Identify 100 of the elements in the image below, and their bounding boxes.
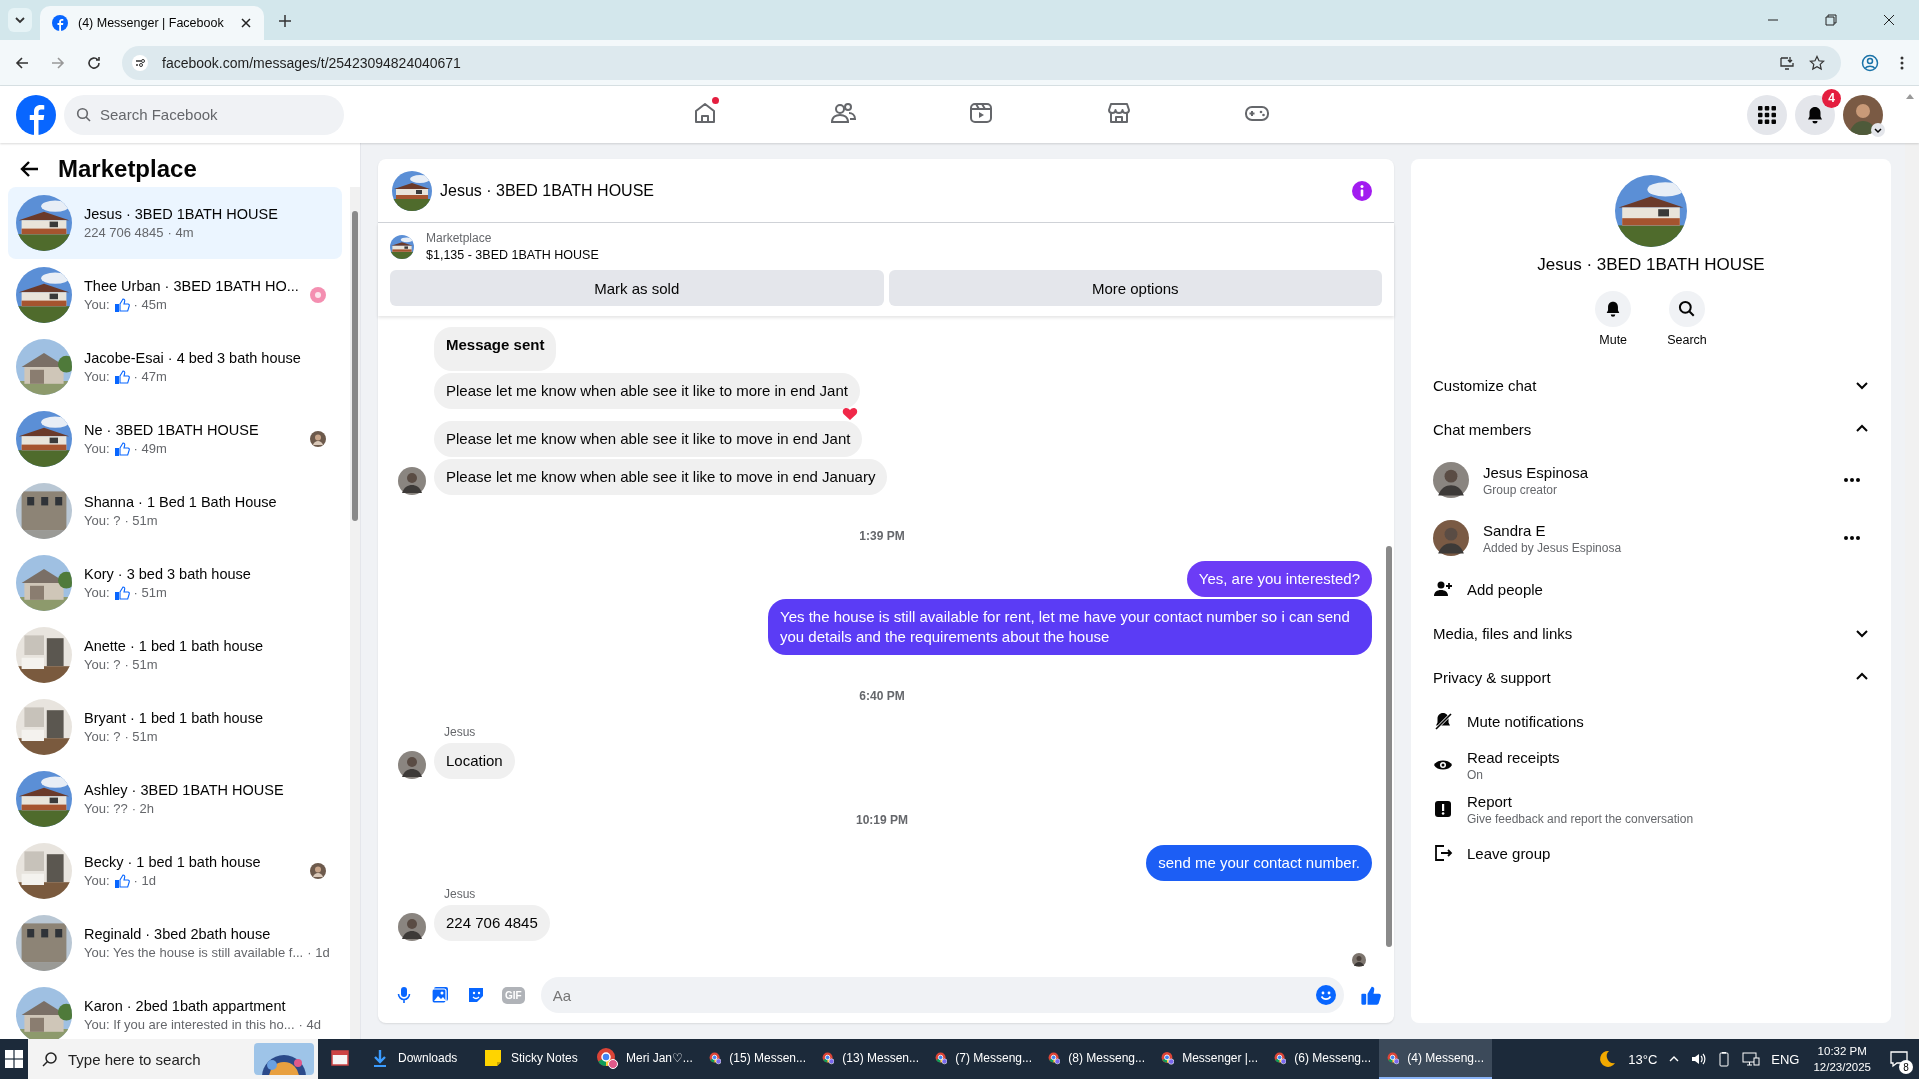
conversation-name: Ne · 3BED 1BATH HOUSE bbox=[84, 422, 260, 438]
notifications-button[interactable] bbox=[1795, 94, 1835, 135]
message-time: · 51m bbox=[124, 513, 158, 528]
scrollbar[interactable] bbox=[1384, 316, 1394, 967]
listing-price: $1,135 - 3BED 1BATH HOUSE bbox=[426, 248, 599, 262]
item-label: Add people bbox=[1467, 580, 1543, 598]
network-icon[interactable] bbox=[1742, 1051, 1761, 1067]
note-icon bbox=[483, 1048, 503, 1068]
facebook-icon bbox=[52, 15, 68, 31]
restore-icon[interactable] bbox=[1825, 14, 1837, 26]
volume-icon[interactable] bbox=[1690, 1051, 1707, 1067]
taskbar-app[interactable]: (6) Messeng... bbox=[1266, 1039, 1379, 1079]
listing-button[interactable]: More options bbox=[888, 270, 1382, 306]
emoji-icon[interactable] bbox=[1316, 985, 1336, 1005]
more-icon[interactable] bbox=[1843, 477, 1861, 483]
conversation-item[interactable]: Reginald · 3bed 2bath house You: Yes the house is still available f... · 1d bbox=[8, 907, 342, 979]
new-tab-icon[interactable] bbox=[278, 14, 292, 28]
thumbs-up-icon[interactable] bbox=[1360, 984, 1382, 1006]
scroll-up-icon[interactable] bbox=[1905, 92, 1915, 100]
details-item[interactable]: Mute notifications bbox=[1425, 699, 1877, 743]
message-field[interactable]: Aa bbox=[540, 977, 1344, 1013]
profile-avatar[interactable] bbox=[1843, 94, 1883, 135]
close-icon[interactable] bbox=[1883, 14, 1895, 26]
conversation-item[interactable]: Becky · 1 bed 1 bath house You: · 1d bbox=[8, 835, 342, 907]
browser-tab[interactable]: (4) Messenger | Facebook bbox=[40, 6, 264, 40]
windows-icon[interactable] bbox=[5, 1050, 23, 1068]
message-preview: You: ?? bbox=[84, 801, 128, 816]
taskbar-app[interactable]: (4) Messeng... bbox=[1379, 1039, 1492, 1079]
details-item[interactable]: Leave group bbox=[1425, 831, 1877, 875]
section-header[interactable]: Customize chat bbox=[1425, 363, 1877, 407]
taskbar-app[interactable]: (7) Messeng... bbox=[927, 1039, 1040, 1079]
sender-name: Jesus bbox=[444, 887, 477, 901]
bell-off-icon bbox=[1433, 711, 1453, 731]
conversation-item[interactable]: Karon · 2bed 1bath appartment You: If you are interested in this ho... · 4d bbox=[8, 979, 342, 1039]
menu-button[interactable] bbox=[1747, 94, 1787, 135]
clock[interactable]: 10:32 PM 12/23/2025 bbox=[1813, 1043, 1871, 1075]
details-item[interactable]: Report Give feedback and report the conversation bbox=[1425, 787, 1877, 831]
conversation-item[interactable]: Jacobe-Esai · 4 bed 3 bath house You: · 47m bbox=[8, 331, 342, 403]
conversation-name: Jesus · 3BED 1BATH HOUSE bbox=[84, 206, 279, 222]
close-icon[interactable] bbox=[240, 17, 252, 29]
caret-icon[interactable] bbox=[1871, 122, 1885, 137]
action-label: Search bbox=[1667, 333, 1707, 347]
listing-button[interactable]: Mark as sold bbox=[390, 270, 884, 306]
image-icon[interactable] bbox=[430, 985, 450, 1005]
install-icon[interactable] bbox=[1779, 54, 1795, 71]
info-icon[interactable] bbox=[1352, 180, 1372, 201]
temperature: 13°C bbox=[1628, 1051, 1658, 1067]
back-icon[interactable] bbox=[20, 159, 40, 179]
scrollbar[interactable] bbox=[350, 187, 360, 1039]
conversation-item[interactable]: Thee Urban · 3BED 1BATH HO... You: · 45m bbox=[8, 259, 342, 331]
details-item[interactable]: Jesus Espinosa Group creator bbox=[1425, 451, 1877, 509]
chat-title: Jesus · 3BED 1BATH HOUSE bbox=[1537, 255, 1765, 275]
conversation-item[interactable]: Bryant · 1 bed 1 bath house You: ? · 51m bbox=[8, 691, 342, 763]
mute-button[interactable] bbox=[1595, 291, 1632, 327]
message-time: · 51m bbox=[124, 729, 158, 744]
sticker-icon[interactable] bbox=[466, 985, 486, 1005]
details-item[interactable]: Sandra E Added by Jesus Espinosa bbox=[1425, 509, 1877, 567]
conversation-item[interactable]: Shanna · 1 Bed 1 Bath House You: ? · 51m bbox=[8, 475, 342, 547]
profile-icon[interactable] bbox=[1861, 53, 1879, 72]
avatar-icon bbox=[1433, 462, 1469, 498]
menu-icon[interactable] bbox=[1899, 54, 1905, 71]
message-time: · 51m bbox=[124, 657, 158, 672]
back-icon[interactable] bbox=[14, 54, 30, 71]
sidebar-title: Marketplace bbox=[58, 155, 197, 183]
taskbar-app[interactable]: Sticky Notes bbox=[475, 1039, 588, 1079]
address-bar[interactable]: facebook.com/messages/t/25423094824040671 bbox=[122, 45, 1841, 80]
section-header[interactable]: Media, files and links bbox=[1425, 611, 1877, 655]
taskbar-app[interactable]: (8) Messeng... bbox=[1040, 1039, 1153, 1079]
details-item[interactable]: Add people bbox=[1425, 567, 1877, 611]
language-indicator[interactable]: ENG bbox=[1771, 1051, 1800, 1067]
taskbar-app[interactable]: (13) Messen... bbox=[814, 1039, 927, 1079]
facebook-logo[interactable] bbox=[16, 94, 56, 135]
conversation-item[interactable]: Ne · 3BED 1BATH HOUSE You: · 49m bbox=[8, 403, 342, 475]
message-time: · 1d bbox=[307, 945, 330, 960]
reload-icon[interactable] bbox=[86, 54, 102, 71]
taskbar-app[interactable]: Messenger |... bbox=[1153, 1039, 1266, 1079]
more-icon[interactable] bbox=[1843, 535, 1861, 541]
forward-icon[interactable] bbox=[50, 54, 66, 71]
search-field[interactable]: Search Facebook bbox=[64, 94, 344, 135]
conversation-item[interactable]: Kory · 3 bed 3 bath house You: · 51m bbox=[8, 547, 342, 619]
conversation-item[interactable]: Anette · 1 bed 1 bath house You: ? · 51m bbox=[8, 619, 342, 691]
conversation-name: Becky · 1 bed 1 bath house bbox=[84, 854, 262, 870]
site-settings-icon[interactable] bbox=[132, 54, 148, 71]
section-header[interactable]: Chat members bbox=[1425, 407, 1877, 451]
section-header[interactable]: Privacy & support bbox=[1425, 655, 1877, 699]
star-icon[interactable] bbox=[1809, 54, 1825, 71]
taskbar-app[interactable]: (15) Messen... bbox=[701, 1039, 814, 1079]
scrollbar[interactable] bbox=[1905, 143, 1919, 1039]
conversation-item[interactable]: Jesus · 3BED 1BATH HOUSE 224 706 4845 · 4m bbox=[8, 187, 342, 259]
message-time: · 2h bbox=[131, 801, 155, 816]
conversation-name: Shanna · 1 Bed 1 Bath House bbox=[84, 494, 278, 510]
conversation-item[interactable]: Ashley · 3BED 1BATH HOUSE You: ?? · 2h bbox=[8, 763, 342, 835]
details-item[interactable]: Read receipts On bbox=[1425, 743, 1877, 787]
tab-search-button[interactable] bbox=[8, 8, 32, 32]
add-person-icon bbox=[1433, 579, 1453, 599]
taskbar-app[interactable]: Meri Jan♡... bbox=[588, 1039, 701, 1079]
taskbar-app[interactable]: Downloads bbox=[362, 1039, 475, 1079]
search-button[interactable] bbox=[1669, 291, 1705, 327]
received-message: Please let me know when able see it like to more in end Jant bbox=[434, 373, 860, 409]
sent-message: send me your contact number. bbox=[1146, 845, 1372, 881]
